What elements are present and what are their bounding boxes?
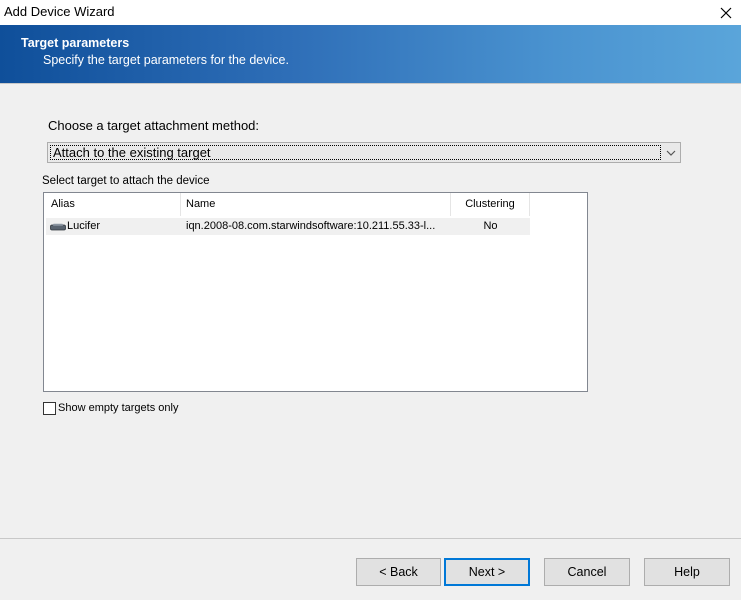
window-title: Add Device Wizard xyxy=(4,4,115,19)
show-empty-targets-checkbox[interactable] xyxy=(43,402,56,415)
target-clustering: No xyxy=(483,220,498,232)
target-list-label: Select target to attach the device xyxy=(42,175,210,187)
help-button[interactable]: Help xyxy=(644,558,730,586)
column-header-alias[interactable]: Alias xyxy=(44,193,181,216)
column-header-clustering[interactable]: Clustering xyxy=(451,193,530,216)
close-button[interactable] xyxy=(711,0,741,25)
chevron-down-icon xyxy=(666,150,676,156)
disk-icon xyxy=(50,223,66,231)
show-empty-targets-label[interactable]: Show empty targets only xyxy=(58,402,178,414)
attachment-method-value: Attach to the existing target xyxy=(50,145,661,160)
close-icon xyxy=(720,7,732,18)
target-list[interactable]: Alias Name Clustering Lucifer iqn.2008-0… xyxy=(43,192,588,392)
footer-divider xyxy=(0,538,741,539)
wizard-header-banner: Target parameters Specify the target par… xyxy=(0,25,741,83)
cancel-button[interactable]: Cancel xyxy=(544,558,630,586)
target-list-header: Alias Name Clustering xyxy=(44,193,530,216)
column-header-name[interactable]: Name xyxy=(181,193,451,216)
target-name: iqn.2008-08.com.starwindsoftware:10.211.… xyxy=(186,220,436,232)
page-title: Target parameters xyxy=(21,36,130,50)
header-divider xyxy=(0,83,741,84)
table-row[interactable]: Lucifer iqn.2008-08.com.starwindsoftware… xyxy=(46,218,530,235)
target-alias: Lucifer xyxy=(67,220,101,232)
attachment-method-label: Choose a target attachment method: xyxy=(48,118,260,133)
next-button[interactable]: Next > xyxy=(444,558,530,586)
page-subtitle: Specify the target parameters for the de… xyxy=(43,53,289,67)
back-button[interactable]: < Back xyxy=(356,558,441,586)
attachment-method-dropdown[interactable]: Attach to the existing target xyxy=(47,142,681,163)
title-bar: Add Device Wizard xyxy=(0,0,741,25)
